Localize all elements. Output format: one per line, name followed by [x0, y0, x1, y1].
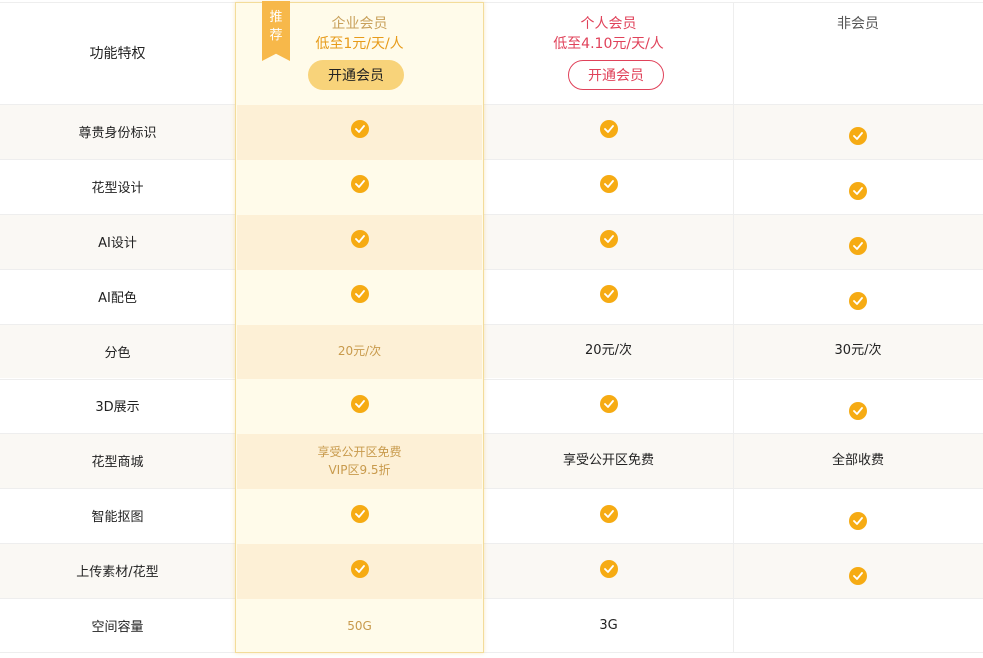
- check-circle-icon: [599, 559, 618, 578]
- check-circle-icon: [350, 559, 369, 578]
- non-member-cell: [733, 543, 983, 598]
- check-circle-icon: [599, 504, 618, 523]
- personal-cell: 3G: [484, 598, 733, 653]
- check-circle-icon: [599, 120, 618, 139]
- check-circle-icon: [350, 285, 369, 304]
- feature-label: 空间容量: [91, 620, 144, 636]
- enterprise-cell: 享受公开区免费 VIP区9.5折: [235, 433, 484, 488]
- enterprise-value: 20元/次: [337, 344, 382, 359]
- feature-column-header: 功能特权: [0, 2, 235, 104]
- personal-header: 个人会员 低至4.10元/天/人 开通会员: [484, 2, 733, 104]
- personal-price: 低至4.10元/天/人: [553, 36, 664, 52]
- enterprise-cell: [235, 543, 484, 598]
- non-member-cell: 30元/次: [733, 324, 983, 379]
- feature-cell: AI配色: [0, 269, 235, 324]
- enterprise-price: 低至1元/天/人: [315, 36, 404, 52]
- feature-column-title: 功能特权: [89, 46, 146, 62]
- check-circle-icon: [849, 401, 867, 420]
- feature-label: AI设计: [98, 235, 137, 251]
- non-member-value: 全部收费: [831, 452, 884, 468]
- check-circle-icon: [599, 285, 618, 304]
- non-member-cell: [733, 488, 983, 543]
- non-member-cell: [733, 598, 983, 653]
- enterprise-header: 推 荐 企业会员 低至1元/天/人 开通会员: [235, 1, 484, 104]
- check-circle-icon: [350, 230, 369, 249]
- personal-cell: 享受公开区免费: [484, 433, 733, 488]
- non-member-cell: [733, 159, 983, 214]
- feature-cell: 空间容量: [0, 598, 235, 653]
- non-member-cell: [733, 104, 983, 159]
- non-member-cell: [733, 379, 983, 434]
- feature-label: 上传素材/花型: [76, 565, 159, 581]
- check-circle-icon: [599, 230, 618, 249]
- check-circle-icon: [849, 292, 867, 311]
- feature-cell: 花型设计: [0, 159, 235, 214]
- feature-cell: 上传素材/花型: [0, 543, 235, 598]
- feature-cell: 尊贵身份标识: [0, 104, 235, 159]
- check-circle-icon: [849, 127, 867, 146]
- personal-cell: [484, 543, 733, 598]
- enterprise-title: 企业会员: [331, 16, 388, 32]
- enterprise-header-text: 企业会员 低至1元/天/人: [235, 14, 484, 54]
- enterprise-cell: [235, 159, 484, 214]
- feature-cell: AI设计: [0, 214, 235, 269]
- check-circle-icon: [849, 566, 867, 585]
- enterprise-subscribe-button[interactable]: 开通会员: [308, 60, 404, 90]
- feature-cell: 花型商城: [0, 433, 235, 488]
- check-circle-icon: [849, 511, 867, 530]
- feature-cell: 3D展示: [0, 379, 235, 434]
- personal-value: 20元/次: [585, 343, 632, 359]
- non-member-cell: [733, 269, 983, 324]
- enterprise-cell: 50G: [235, 598, 484, 653]
- check-circle-icon: [350, 120, 369, 139]
- feature-label: 花型商城: [91, 455, 144, 471]
- check-circle-icon: [350, 504, 369, 523]
- non-member-cell: 全部收费: [733, 433, 983, 488]
- enterprise-cell: [235, 379, 484, 434]
- personal-title: 个人会员: [580, 16, 637, 32]
- feature-label: 尊贵身份标识: [78, 125, 157, 141]
- personal-cell: [484, 488, 733, 543]
- enterprise-cell: 20元/次: [235, 324, 484, 379]
- personal-subscribe-button[interactable]: 开通会员: [568, 60, 664, 90]
- enterprise-value: 50G: [347, 618, 372, 633]
- personal-value: 享受公开区免费: [562, 452, 654, 468]
- feature-label: 分色: [104, 345, 131, 361]
- personal-cell: [484, 159, 733, 214]
- non-member-header: 非会员: [733, 2, 983, 104]
- enterprise-cell: [235, 269, 484, 324]
- feature-cell: 智能抠图: [0, 488, 235, 543]
- enterprise-cell: [235, 488, 484, 543]
- personal-value: 3G: [599, 617, 618, 633]
- personal-cell: [484, 269, 733, 324]
- non-member-header-text: 非会员: [733, 14, 983, 34]
- enterprise-value: 享受公开区免费 VIP区9.5折: [317, 444, 402, 477]
- personal-cell: [484, 214, 733, 269]
- feature-label: 花型设计: [91, 180, 144, 196]
- feature-cell: 分色: [0, 324, 235, 379]
- check-circle-icon: [599, 394, 618, 413]
- non-member-value: 30元/次: [834, 343, 882, 359]
- non-member-title: 非会员: [837, 16, 879, 32]
- enterprise-cell: [235, 214, 484, 269]
- personal-cell: 20元/次: [484, 324, 733, 379]
- check-circle-icon: [599, 175, 618, 194]
- non-member-cell: [733, 214, 983, 269]
- personal-cell: [484, 104, 733, 159]
- personal-header-text: 个人会员 低至4.10元/天/人: [484, 14, 733, 54]
- check-circle-icon: [849, 182, 867, 201]
- feature-label: 智能抠图: [91, 510, 144, 526]
- personal-cell: [484, 379, 733, 434]
- check-circle-icon: [350, 175, 369, 194]
- enterprise-cell: [235, 104, 484, 159]
- check-circle-icon: [350, 394, 369, 413]
- feature-label: AI配色: [98, 290, 137, 306]
- feature-label: 3D展示: [95, 400, 140, 416]
- check-circle-icon: [849, 237, 867, 256]
